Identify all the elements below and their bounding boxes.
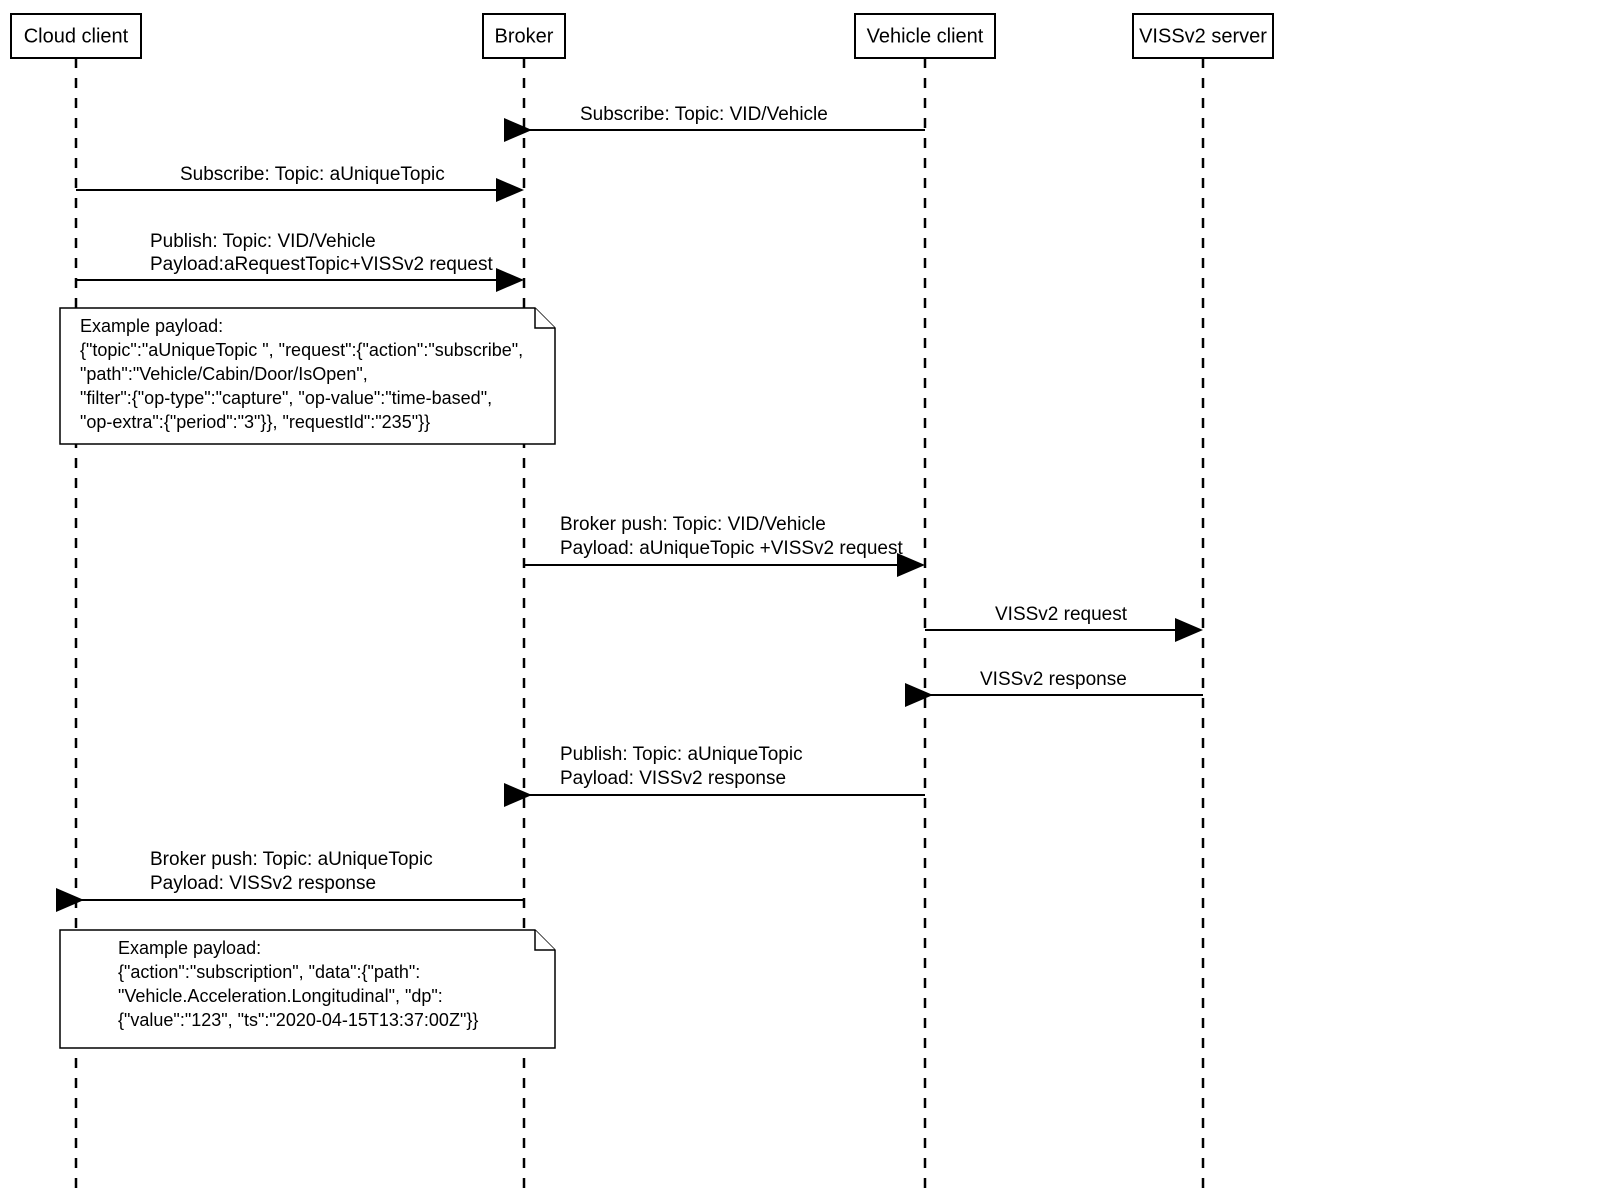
actor-broker: Broker bbox=[483, 14, 565, 58]
svg-text:Payload: aUniqueTopic +VISSv2: Payload: aUniqueTopic +VISSv2 request bbox=[560, 538, 903, 559]
message-publish-cloud: Publish: Topic: VID/Vehicle Payload:aReq… bbox=[76, 231, 520, 280]
svg-text:Example payload:: Example payload: bbox=[118, 938, 261, 958]
message-broker-push-cloud: Broker push: Topic: aUniqueTopic Payload… bbox=[80, 849, 524, 900]
svg-text:"filter":{"op-type":"capture",: "filter":{"op-type":"capture", "op-value… bbox=[80, 388, 492, 408]
actor-label: Cloud client bbox=[24, 25, 129, 47]
message-subscribe-cloud: Subscribe: Topic: aUniqueTopic bbox=[76, 164, 520, 190]
svg-text:Subscribe: Topic: aUniqueTopic: Subscribe: Topic: aUniqueTopic bbox=[180, 164, 445, 185]
message-vissv2-request: VISSv2 request bbox=[925, 604, 1199, 630]
actor-cloud-client: Cloud client bbox=[11, 14, 141, 58]
svg-text:Publish: Topic: VID/Vehicle: Publish: Topic: VID/Vehicle bbox=[150, 231, 376, 252]
svg-text:"path":"Vehicle/Cabin/Door/IsO: "path":"Vehicle/Cabin/Door/IsOpen", bbox=[80, 364, 368, 384]
svg-text:VISSv2 request: VISSv2 request bbox=[995, 604, 1128, 625]
actor-label: VISSv2 server bbox=[1139, 25, 1267, 47]
actor-label: Broker bbox=[495, 25, 554, 47]
svg-text:Broker push: Topic: aUniqueTop: Broker push: Topic: aUniqueTopic bbox=[150, 849, 433, 870]
note-example-payload-2: Example payload: {"action":"subscription… bbox=[60, 930, 555, 1048]
note-example-payload-1: Example payload: {"topic":"aUniqueTopic … bbox=[60, 308, 555, 444]
svg-text:Payload: VISSv2 response: Payload: VISSv2 response bbox=[150, 873, 376, 894]
message-publish-vehicle: Publish: Topic: aUniqueTopic Payload: VI… bbox=[528, 744, 925, 795]
svg-text:{"topic":"aUniqueTopic ", "req: {"topic":"aUniqueTopic ", "request":{"ac… bbox=[80, 340, 523, 360]
actor-label: Vehicle client bbox=[867, 25, 984, 47]
svg-text:"op-extra":{"period":"3"}}, "r: "op-extra":{"period":"3"}}, "requestId":… bbox=[80, 412, 430, 432]
svg-text:VISSv2 response: VISSv2 response bbox=[980, 669, 1127, 690]
svg-text:"Vehicle.Acceleration.Longitud: "Vehicle.Acceleration.Longitudinal", "dp… bbox=[118, 986, 443, 1006]
svg-text:Publish: Topic: aUniqueTopic: Publish: Topic: aUniqueTopic bbox=[560, 744, 803, 765]
svg-text:Payload:aRequestTopic+VISSv2 r: Payload:aRequestTopic+VISSv2 request bbox=[150, 254, 493, 275]
svg-text:{"value":"123", "ts":"2020-04-: {"value":"123", "ts":"2020-04-15T13:37:0… bbox=[118, 1010, 478, 1030]
svg-text:Example payload:: Example payload: bbox=[80, 316, 223, 336]
actor-vehicle-client: Vehicle client bbox=[855, 14, 995, 58]
svg-text:Subscribe: Topic: VID/Vehicle: Subscribe: Topic: VID/Vehicle bbox=[580, 104, 828, 125]
message-vissv2-response: VISSv2 response bbox=[929, 669, 1203, 695]
svg-text:Payload: VISSv2 response: Payload: VISSv2 response bbox=[560, 768, 786, 789]
message-subscribe-vehicle: Subscribe: Topic: VID/Vehicle bbox=[528, 104, 925, 130]
svg-text:{"action":"subscription", "dat: {"action":"subscription", "data":{"path"… bbox=[118, 962, 420, 982]
actor-vissv2-server: VISSv2 server bbox=[1133, 14, 1273, 58]
svg-text:Broker push: Topic: VID/Vehicl: Broker push: Topic: VID/Vehicle bbox=[560, 514, 826, 535]
message-broker-push-vehicle: Broker push: Topic: VID/Vehicle Payload:… bbox=[524, 514, 921, 565]
sequence-diagram: Cloud client Broker Vehicle client VISSv… bbox=[0, 0, 1607, 1189]
